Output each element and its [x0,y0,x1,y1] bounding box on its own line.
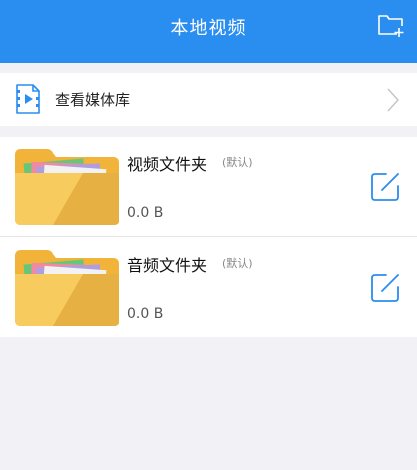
edit-icon [371,274,399,302]
folder-list: 视频文件夹 (默认) 0.0 B 音频文件夹 (默认) 0.0 B [0,137,417,337]
chevron-right-icon [387,88,399,112]
edit-button[interactable] [369,171,401,203]
default-tag: (默认) [222,257,253,270]
video-file-icon [16,84,40,114]
new-folder-button[interactable] [377,12,405,38]
edit-icon [371,173,399,201]
folder-item-video[interactable]: 视频文件夹 (默认) 0.0 B [0,137,417,237]
folder-icon [15,149,119,225]
folder-icon [15,250,119,326]
media-library-row[interactable]: 查看媒体库 [0,73,417,126]
new-folder-icon [378,15,404,37]
divider [0,236,417,237]
top-bar: 本地视频 [0,0,417,63]
folder-size: 0.0 B [127,306,164,322]
folder-item-audio[interactable]: 音频文件夹 (默认) 0.0 B [0,238,417,337]
folder-name: 音频文件夹 [127,256,208,275]
page-title: 本地视频 [170,18,247,39]
edit-button[interactable] [369,272,401,304]
default-tag: (默认) [222,156,253,169]
folder-size: 0.0 B [127,205,164,221]
folder-name: 视频文件夹 [127,155,208,174]
media-library-label: 查看媒体库 [55,91,131,109]
